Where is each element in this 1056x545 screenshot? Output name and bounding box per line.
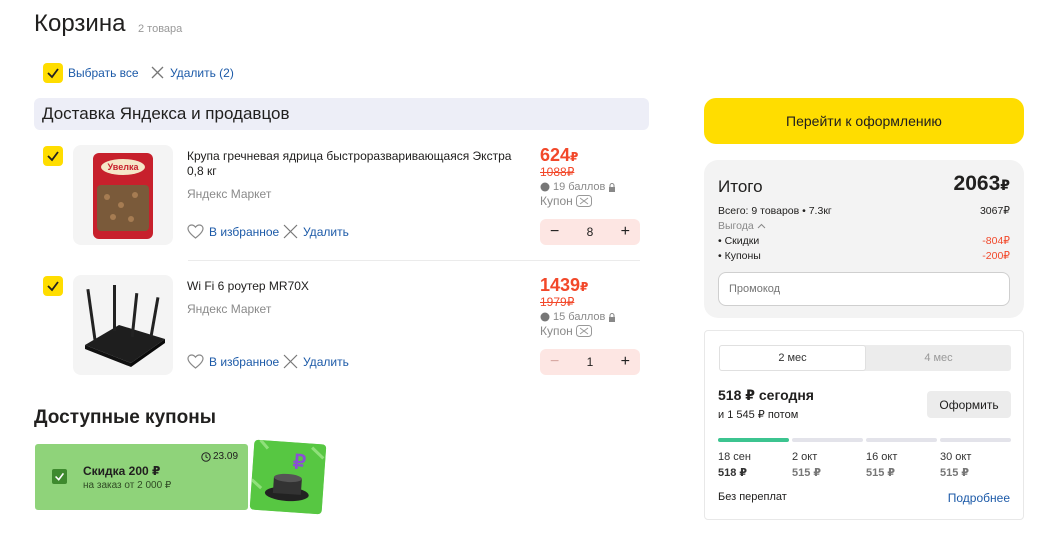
- item-price: 1439₽: [540, 275, 589, 295]
- discounts-value: -804₽: [982, 235, 1010, 247]
- payment-amount: 515 ₽: [866, 467, 896, 479]
- summary-title: Итого: [718, 177, 763, 196]
- quantity-stepper[interactable]: − 8 +: [540, 219, 640, 245]
- points-icon: [540, 312, 550, 322]
- remove-item-link[interactable]: Удалить: [303, 225, 349, 239]
- buckwheat-pack-image: Увелка: [93, 153, 153, 239]
- coupons-title: Доступные купоны: [34, 407, 216, 428]
- svg-text:₽: ₽: [292, 451, 307, 474]
- tab-2-months[interactable]: 2 мес: [719, 345, 866, 371]
- more-details-link[interactable]: Подробнее: [948, 491, 1010, 505]
- item-points: 19 баллов: [540, 181, 616, 193]
- product-name[interactable]: Крупа гречневая ядрица быстроразваривающ…: [187, 149, 517, 179]
- check-icon: [55, 472, 65, 481]
- goods-label: Всего: 9 товаров • 7.3кг: [718, 205, 832, 217]
- decrement-button[interactable]: −: [550, 223, 559, 241]
- item-coupon: Купон: [540, 324, 592, 338]
- quantity-stepper[interactable]: − 1 +: [540, 349, 640, 375]
- item-points: 15 баллов: [540, 311, 616, 323]
- decrement-button[interactable]: −: [550, 353, 559, 371]
- check-icon: [47, 151, 59, 162]
- lock-icon: [609, 312, 616, 322]
- coupon-expiry: 23.09: [213, 451, 239, 462]
- quantity-value: 1: [586, 355, 594, 369]
- split-payment-card: 2 мес 4 мес 518 ₽ сегодня и 1 545 ₽ пото…: [704, 330, 1024, 520]
- discounts-label: • Скидки: [718, 235, 760, 247]
- payment-amount: 515 ₽: [940, 467, 970, 479]
- page-title: Корзина: [34, 10, 126, 37]
- item-old-price: 1979₽: [540, 295, 575, 309]
- order-summary: Итого 2063₽ Всего: 9 товаров • 7.3кг 306…: [704, 160, 1024, 318]
- payment-date: 30 окт: [940, 451, 972, 463]
- item-price: 624₽: [540, 145, 579, 165]
- term-switcher[interactable]: 2 мес 4 мес: [719, 345, 1011, 371]
- svg-text:Увелка: Увелка: [108, 162, 140, 172]
- divider: [188, 260, 640, 261]
- close-icon[interactable]: [283, 354, 298, 369]
- payment-amount: 518 ₽: [718, 467, 748, 479]
- coupons-value: -200₽: [982, 250, 1010, 262]
- clock-icon: [201, 452, 211, 462]
- product-name[interactable]: Wi Fi 6 роутер MR70X: [187, 279, 517, 294]
- scissors-icon: [575, 325, 592, 337]
- item-old-price: 1088₽: [540, 165, 575, 179]
- product-image[interactable]: [73, 275, 173, 375]
- checkout-button[interactable]: Перейти к оформлению: [704, 98, 1024, 144]
- heart-icon[interactable]: [187, 224, 204, 239]
- coupons-label: • Купоны: [718, 250, 761, 262]
- coupon-name: Скидка 200 ₽: [83, 464, 161, 478]
- check-icon: [47, 68, 59, 79]
- magic-hat-icon: ₽: [249, 439, 327, 515]
- select-all-link[interactable]: Выбрать все: [68, 66, 139, 80]
- payment-date: 2 окт: [792, 451, 818, 463]
- item-checkbox[interactable]: [43, 276, 63, 296]
- close-icon[interactable]: [283, 224, 298, 239]
- progress-segment: [718, 438, 789, 442]
- pay-today: 518 ₽ сегодня: [718, 387, 814, 403]
- split-checkout-button[interactable]: Оформить: [927, 391, 1011, 418]
- coupon-checkbox[interactable]: [52, 469, 67, 484]
- points-icon: [540, 182, 550, 192]
- payment-date: 16 окт: [866, 451, 898, 463]
- remove-item-link[interactable]: Удалить: [303, 355, 349, 369]
- select-all-checkbox[interactable]: [43, 63, 63, 83]
- add-to-favorites-link[interactable]: В избранное: [209, 355, 279, 369]
- payment-date: 18 сен: [718, 451, 751, 463]
- tab-4-months[interactable]: 4 мес: [866, 345, 1011, 371]
- lock-icon: [609, 182, 616, 192]
- quantity-value: 8: [586, 225, 594, 239]
- check-icon: [47, 281, 59, 292]
- payment-amount: 515 ₽: [792, 467, 822, 479]
- item-checkbox[interactable]: [43, 146, 63, 166]
- no-overpay-note: Без переплат: [718, 491, 787, 503]
- progress-segment: [792, 438, 863, 442]
- progress-segment: [940, 438, 1011, 442]
- items-count: 2 товара: [138, 23, 183, 35]
- delete-selected-link[interactable]: Удалить (2): [170, 66, 234, 80]
- coupon-condition: на заказ от 2 000 ₽: [83, 480, 172, 491]
- summary-total: 2063₽: [953, 172, 1010, 195]
- promo-code-input[interactable]: [718, 272, 1010, 306]
- pay-later: и 1 545 ₽ потом: [718, 409, 799, 421]
- coupon-illustration: ₽: [249, 439, 327, 515]
- goods-value: 3067₽: [979, 205, 1010, 217]
- close-icon[interactable]: [151, 66, 164, 79]
- heart-icon[interactable]: [187, 354, 204, 369]
- seller-name: Яндекс Маркет: [187, 187, 272, 201]
- increment-button[interactable]: +: [621, 223, 630, 241]
- seller-name: Яндекс Маркет: [187, 302, 272, 316]
- router-image: [85, 285, 165, 367]
- scissors-icon: [575, 195, 592, 207]
- item-coupon: Купон: [540, 194, 592, 208]
- delivery-group-header: Доставка Яндекса и продавцов: [34, 98, 649, 130]
- coupon-card[interactable]: Скидка 200 ₽ на заказ от 2 000 ₽ 23.09: [35, 444, 248, 510]
- product-image[interactable]: Увелка: [73, 145, 173, 245]
- benefit-toggle[interactable]: Выгода: [718, 220, 766, 232]
- chevron-up-icon: [757, 223, 766, 229]
- add-to-favorites-link[interactable]: В избранное: [209, 225, 279, 239]
- increment-button[interactable]: +: [621, 353, 630, 371]
- progress-segment: [866, 438, 937, 442]
